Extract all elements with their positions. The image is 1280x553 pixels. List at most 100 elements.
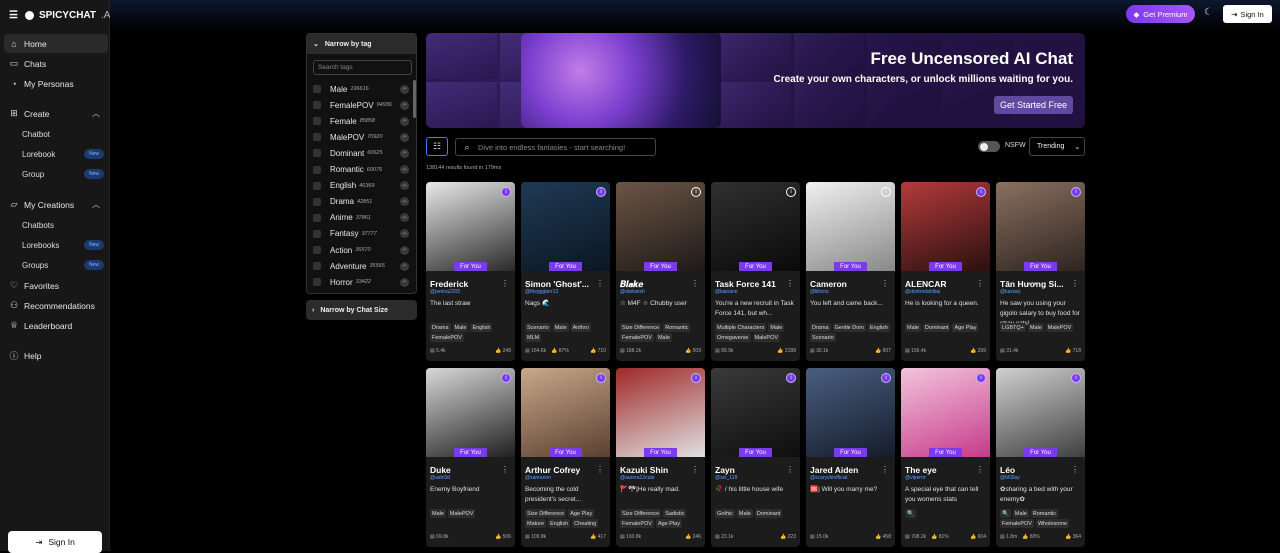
- exclude-tag-icon[interactable]: −: [400, 84, 409, 94]
- nav-home[interactable]: ⌂ Home: [4, 34, 108, 53]
- get-started-button[interactable]: Get Started Free: [994, 96, 1073, 114]
- creator-handle[interactable]: @sei_118: [715, 475, 737, 481]
- tag-filter-header[interactable]: ⌄ Narrow by tag: [307, 34, 416, 54]
- tag-checkbox[interactable]: [313, 101, 321, 110]
- tag-checkbox[interactable]: [313, 149, 321, 158]
- info-icon[interactable]: i: [976, 373, 986, 383]
- character-card[interactable]: i For You ALENCAR ⋮ @dontrodahlbui He is look…: [901, 182, 990, 361]
- exclude-tag-icon[interactable]: −: [400, 245, 409, 255]
- more-options-icon[interactable]: ⋮: [786, 279, 794, 288]
- nav-leaderboard[interactable]: ♕ Leaderboard: [4, 316, 108, 335]
- creator-handle[interactable]: @b63lay: [1000, 475, 1020, 481]
- tag-checkbox[interactable]: [313, 278, 321, 287]
- get-premium-button[interactable]: ◆ Get Premium: [1126, 5, 1195, 23]
- dark-mode-icon[interactable]: ☾: [1204, 7, 1216, 21]
- creator-handle[interactable]: @darkwish: [620, 289, 645, 295]
- search-input[interactable]: ⌕ Dive into endless fantasies - start sea…: [455, 138, 656, 156]
- more-options-icon[interactable]: ⋮: [596, 465, 604, 474]
- tag-checkbox[interactable]: [313, 262, 321, 271]
- tag-item[interactable]: Romantic 60075 −: [313, 163, 409, 177]
- tag-item[interactable]: FemalePOV 94936 −: [313, 98, 409, 112]
- more-options-icon[interactable]: ⋮: [501, 279, 509, 288]
- exclude-tag-icon[interactable]: −: [400, 261, 409, 271]
- character-card[interactable]: i For You Duke ⋮ @astri3d Enemy Boyfriend Male…: [426, 368, 515, 547]
- creator-handle[interactable]: @aurora12cute: [620, 475, 655, 481]
- character-card[interactable]: i For You Simon 'Ghost'... ⋮ @theggglerr13 Na…: [521, 182, 610, 361]
- creator-handle[interactable]: @astri3d: [430, 475, 450, 481]
- creator-handle[interactable]: @kazsey: [1000, 289, 1021, 295]
- character-card[interactable]: i For You Task Force 141 ⋮ @kianann You're a …: [711, 182, 800, 361]
- more-options-icon[interactable]: ⋮: [691, 279, 699, 288]
- character-card[interactable]: i For You Kazuki Shin ⋮ @aurora12cute 🚩🎌|He r…: [616, 368, 705, 547]
- exclude-tag-icon[interactable]: −: [400, 132, 409, 142]
- info-icon[interactable]: i: [786, 187, 796, 197]
- creator-handle[interactable]: @kianann: [715, 289, 738, 295]
- tag-search-input[interactable]: Search tags: [313, 60, 412, 75]
- more-options-icon[interactable]: ⋮: [976, 465, 984, 474]
- nav-chatbots[interactable]: Chatbots: [22, 216, 108, 234]
- more-options-icon[interactable]: ⋮: [691, 465, 699, 474]
- tag-item[interactable]: Dominant 60625 −: [313, 146, 409, 160]
- creator-handle[interactable]: @xanrannn: [525, 475, 551, 481]
- tag-checkbox[interactable]: [313, 165, 321, 174]
- more-options-icon[interactable]: ⋮: [501, 465, 509, 474]
- nav-group[interactable]: Group New: [22, 165, 108, 183]
- nav-chatbot[interactable]: Chatbot: [22, 125, 108, 143]
- character-card[interactable]: i For You Jared Aiden ⋮ @scarychiofficial 🆘| …: [806, 368, 895, 547]
- character-card[interactable]: i For You Léo ⋮ @b63lay ✿sharing a bed with y…: [996, 368, 1085, 547]
- exclude-tag-icon[interactable]: −: [400, 229, 409, 239]
- exclude-tag-icon[interactable]: −: [400, 116, 409, 126]
- info-icon[interactable]: i: [691, 187, 701, 197]
- filter-sliders-button[interactable]: ☷: [426, 137, 448, 156]
- nav-lorebook[interactable]: Lorebook New: [22, 145, 108, 163]
- tag-checkbox[interactable]: [313, 246, 321, 254]
- sort-dropdown[interactable]: Trending ⌄: [1029, 137, 1085, 156]
- promo-banner[interactable]: Free Uncensored AI Chat Create your own …: [426, 33, 1085, 128]
- nsfw-toggle[interactable]: [978, 141, 1000, 152]
- tag-item[interactable]: Female 85858 −: [313, 114, 409, 128]
- more-options-icon[interactable]: ⋮: [596, 279, 604, 288]
- info-icon[interactable]: i: [1071, 187, 1081, 197]
- exclude-tag-icon[interactable]: −: [400, 165, 409, 174]
- tag-item[interactable]: Horror 33422 −: [313, 275, 409, 289]
- tag-checkbox[interactable]: [313, 133, 321, 142]
- tag-checkbox[interactable]: [313, 181, 321, 190]
- nav-chats[interactable]: ▭ Chats: [4, 54, 108, 73]
- more-options-icon[interactable]: ⋮: [786, 465, 794, 474]
- info-icon[interactable]: i: [501, 187, 511, 197]
- nav-create[interactable]: ⊞ Create ︿: [4, 104, 108, 123]
- nav-favorites[interactable]: ♡ Favorites: [4, 276, 108, 295]
- character-card[interactable]: i For You Zayn ⋮ @sei_118 🥀 / his little hous…: [711, 368, 800, 547]
- info-icon[interactable]: i: [1071, 373, 1081, 383]
- exclude-tag-icon[interactable]: −: [400, 181, 409, 191]
- exclude-tag-icon[interactable]: −: [400, 197, 409, 207]
- info-icon[interactable]: i: [976, 187, 986, 197]
- top-sign-in-button[interactable]: ⇥ Sign In: [1223, 5, 1272, 23]
- info-icon[interactable]: i: [881, 187, 891, 197]
- creator-handle[interactable]: @perina2205: [430, 289, 460, 295]
- nav-groups[interactable]: Groups New: [22, 256, 108, 274]
- character-card[interactable]: i For You Cameron ⋮ @lillizoo You left and ca…: [806, 182, 895, 361]
- info-icon[interactable]: i: [881, 373, 891, 383]
- menu-icon[interactable]: ☰: [9, 10, 18, 21]
- nav-lorebooks[interactable]: Lorebooks New: [22, 236, 108, 254]
- tag-item[interactable]: Action 36570 −: [313, 243, 409, 257]
- exclude-tag-icon[interactable]: −: [400, 100, 409, 110]
- chat-size-filter[interactable]: › Narrow by Chat Size: [306, 300, 417, 320]
- info-icon[interactable]: i: [786, 373, 796, 383]
- creator-handle[interactable]: @dontrodahlbui: [905, 289, 940, 295]
- tag-item[interactable]: Drama 42851 −: [313, 195, 409, 209]
- tag-checkbox[interactable]: [313, 117, 321, 126]
- info-icon[interactable]: i: [691, 373, 701, 383]
- info-icon[interactable]: i: [596, 373, 606, 383]
- tag-item[interactable]: Anime 37861 −: [313, 211, 409, 225]
- character-card[interactable]: i For You Arthur Cofrey ⋮ @xanrannn Becoming …: [521, 368, 610, 547]
- character-card[interactable]: i For You Frederick ⋮ @perina2205 The last st…: [426, 182, 515, 361]
- exclude-tag-icon[interactable]: −: [400, 277, 409, 287]
- tag-checkbox[interactable]: [313, 229, 321, 238]
- more-options-icon[interactable]: ⋮: [1071, 465, 1079, 474]
- more-options-icon[interactable]: ⋮: [976, 279, 984, 288]
- creator-handle[interactable]: @lillizoo: [810, 289, 829, 295]
- creator-handle[interactable]: @viperrrr: [905, 475, 926, 481]
- more-options-icon[interactable]: ⋮: [881, 279, 889, 288]
